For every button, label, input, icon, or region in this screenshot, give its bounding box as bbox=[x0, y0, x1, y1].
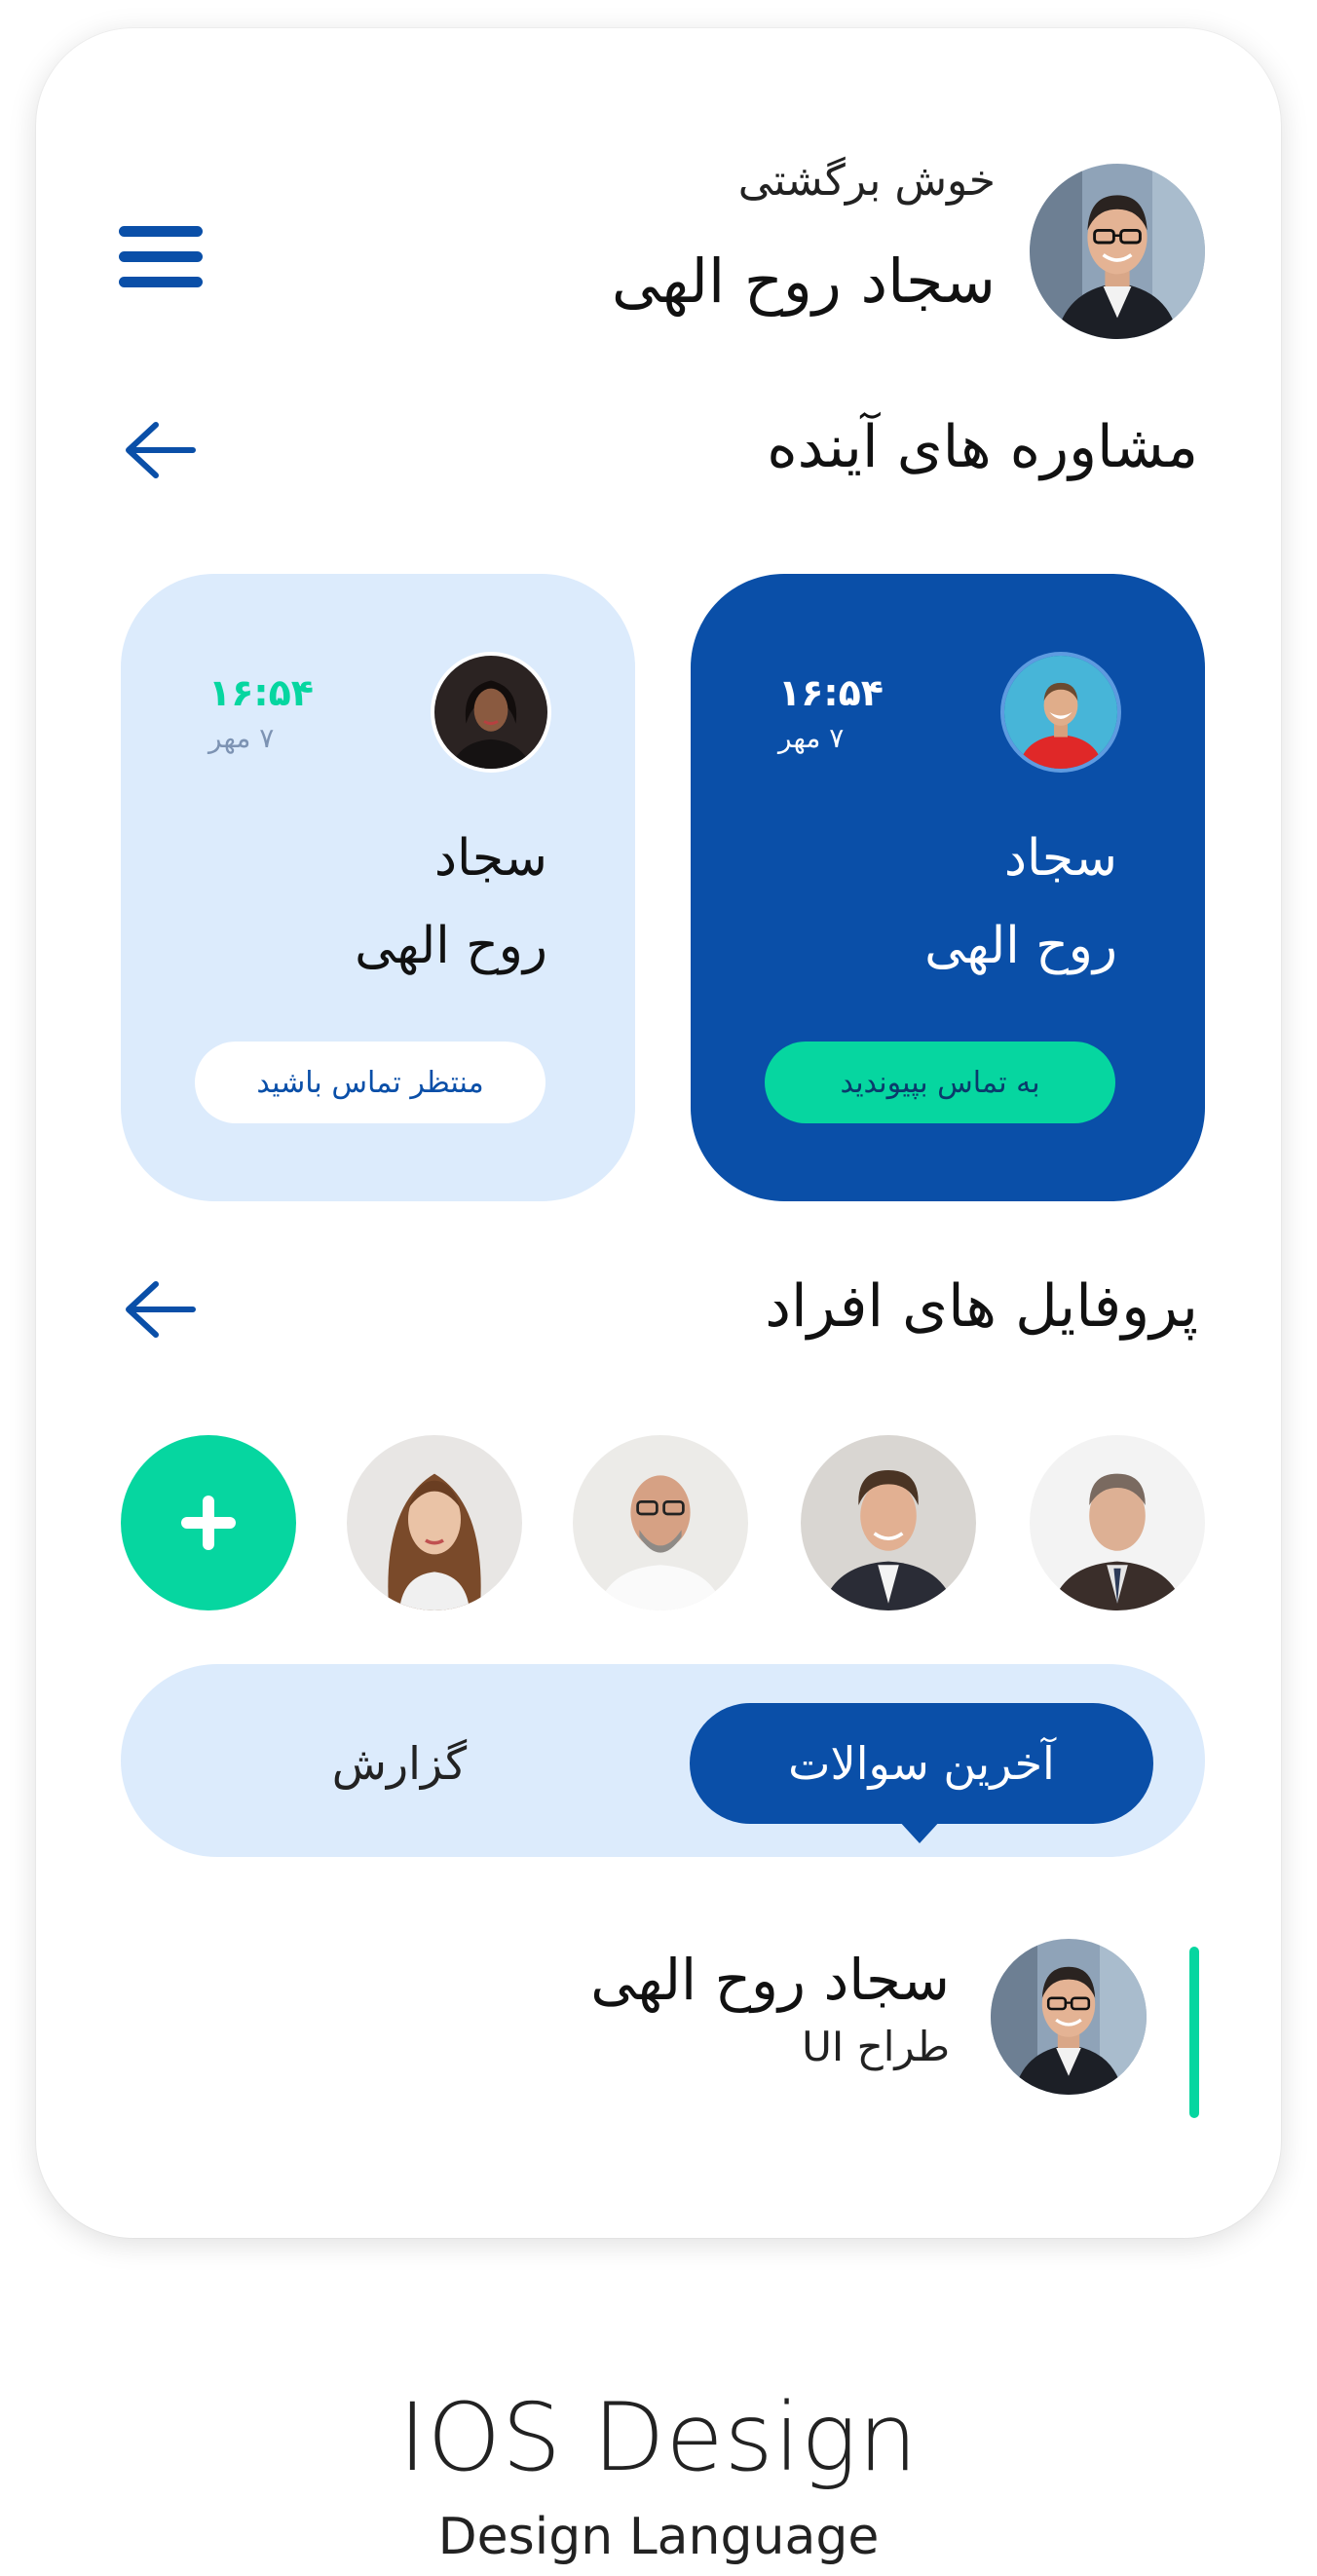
tab-pointer bbox=[898, 1820, 941, 1843]
wait-call-button[interactable]: منتظر تماس باشید bbox=[195, 1042, 546, 1123]
list-item-name: سجاد روح الهی bbox=[590, 1947, 950, 2013]
card-date: ۷ مهر bbox=[778, 722, 845, 754]
join-call-button[interactable]: به تماس بپیوندید bbox=[765, 1042, 1115, 1123]
profile-avatar[interactable] bbox=[801, 1435, 976, 1610]
user-avatar[interactable] bbox=[1030, 164, 1205, 339]
profile-avatar[interactable] bbox=[347, 1435, 522, 1610]
add-profile-button[interactable] bbox=[121, 1435, 296, 1610]
welcome-text: خوش برگشتی bbox=[737, 156, 996, 206]
footer-subtitle: Design Language bbox=[437, 2508, 880, 2566]
list-item-role: طراح UI bbox=[802, 2023, 950, 2070]
arrow-left-icon[interactable] bbox=[121, 1278, 197, 1341]
card-name-first: سجاد bbox=[1003, 829, 1117, 888]
card-avatar bbox=[434, 656, 547, 769]
consultation-card-secondary[interactable]: ۱۶:۵۴ ۷ مهر سجاد روح الهی منتظر تماس باش… bbox=[121, 574, 635, 1201]
card-name-last: روح الهی bbox=[924, 917, 1117, 975]
upcoming-title: مشاوره های آینده bbox=[767, 413, 1198, 481]
consultation-card-primary[interactable]: ۱۶:۵۴ ۷ مهر سجاد روح الهی به تماس بپیوند… bbox=[691, 574, 1205, 1201]
card-name-last: روح الهی bbox=[355, 917, 547, 975]
card-date: ۷ مهر bbox=[208, 722, 275, 754]
tab-latest-questions[interactable]: آخرین سوالات bbox=[690, 1703, 1153, 1824]
profiles-title: پروفایل های افراد bbox=[765, 1272, 1198, 1341]
list-item-accent-bar bbox=[1189, 1947, 1199, 2118]
user-name: سجاد روح الهی bbox=[611, 246, 996, 317]
profile-avatar[interactable] bbox=[1030, 1435, 1205, 1610]
card-name-first: سجاد bbox=[433, 829, 547, 888]
tab-report[interactable]: گزارش bbox=[292, 1703, 507, 1824]
card-avatar bbox=[1004, 656, 1117, 769]
card-time: ۱۶:۵۴ bbox=[778, 671, 884, 714]
profile-avatar[interactable] bbox=[573, 1435, 748, 1610]
arrow-left-icon[interactable] bbox=[121, 419, 197, 481]
menu-icon[interactable] bbox=[119, 226, 203, 288]
footer-title: IOS Design bbox=[398, 2383, 919, 2492]
list-item-avatar bbox=[991, 1939, 1147, 2095]
card-time: ۱۶:۵۴ bbox=[208, 671, 314, 714]
